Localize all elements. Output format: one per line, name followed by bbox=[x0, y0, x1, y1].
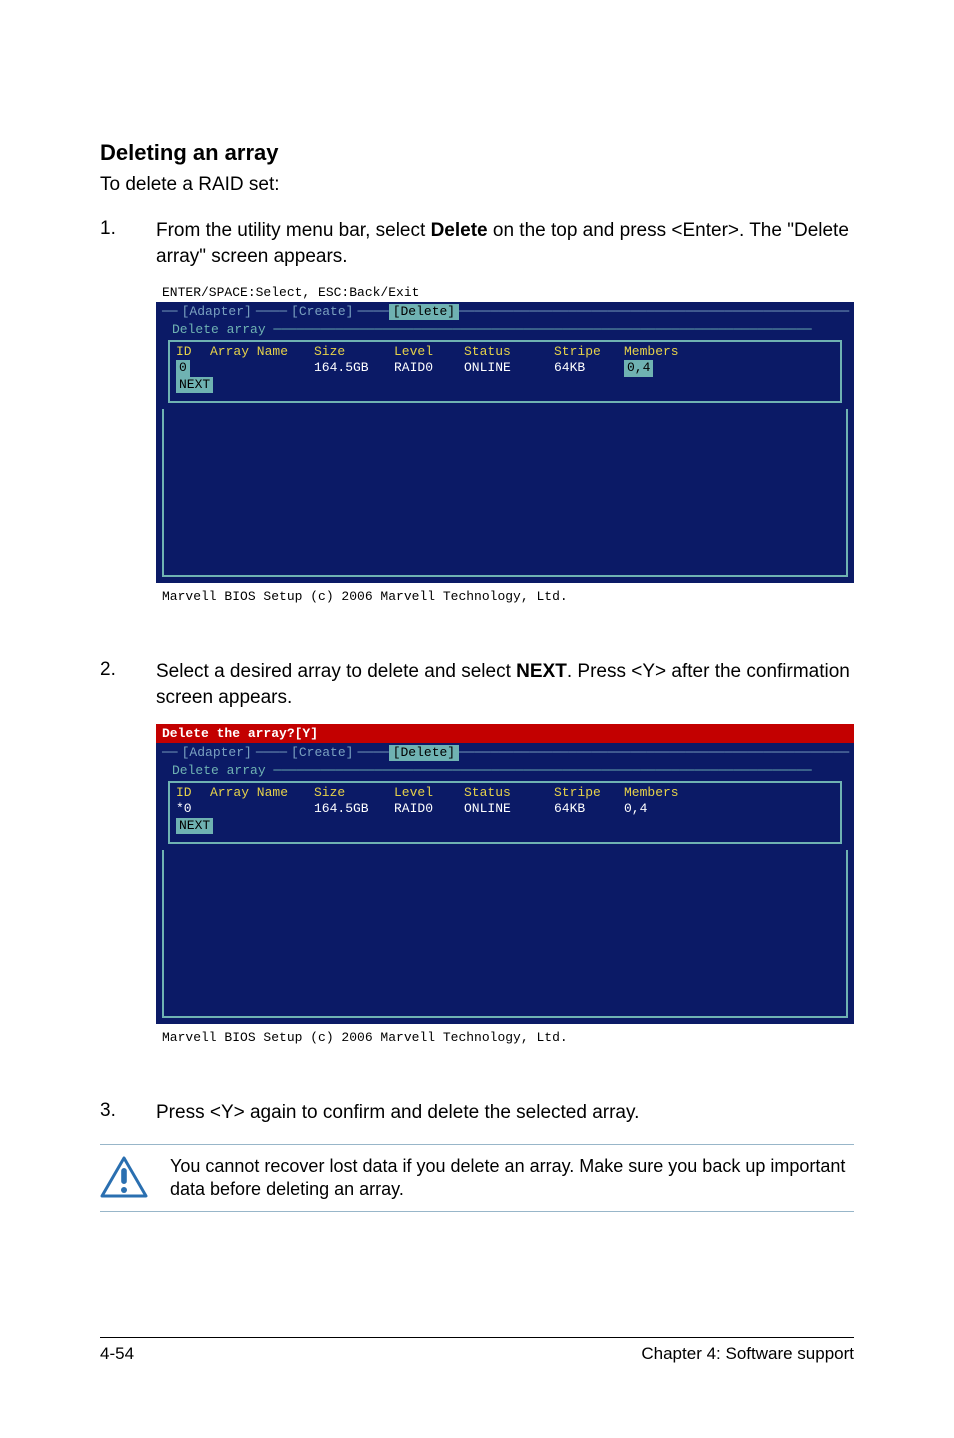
hdr-level: Level bbox=[394, 344, 464, 360]
bios1-footer: Marvell BIOS Setup (c) 2006 Marvell Tech… bbox=[156, 583, 854, 609]
table-header: ID Array Name Size Level Status Stripe M… bbox=[176, 785, 834, 801]
hdr-name: Array Name bbox=[210, 785, 314, 801]
section-title: Deleting an array bbox=[100, 140, 854, 166]
cell-level: RAID0 bbox=[394, 360, 464, 376]
cell-name bbox=[210, 801, 314, 817]
intro-text: To delete a RAID set: bbox=[100, 174, 854, 196]
page-footer: 4-54 Chapter 4: Software support bbox=[100, 1337, 854, 1364]
cell-level: RAID0 bbox=[394, 801, 464, 817]
caution-icon bbox=[100, 1156, 148, 1200]
hdr-name: Array Name bbox=[210, 344, 314, 360]
step-3-text: Press <Y> again to confirm and delete th… bbox=[156, 1100, 854, 1126]
table-header: ID Array Name Size Level Status Stripe M… bbox=[176, 344, 834, 360]
step-2-bold: NEXT bbox=[516, 661, 567, 682]
tab-adapter[interactable]: [Adapter] bbox=[178, 745, 256, 761]
step-1: 1. From the utility menu bar, select Del… bbox=[100, 218, 854, 269]
cell-members: 0,4 bbox=[624, 360, 653, 376]
tab-create[interactable]: [Create] bbox=[287, 304, 357, 320]
cell-stripe: 64KB bbox=[554, 801, 624, 817]
hdr-size: Size bbox=[314, 344, 394, 360]
hdr-status: Status bbox=[464, 785, 554, 801]
page-number: 4-54 bbox=[100, 1344, 134, 1364]
bios2-array-list: ID Array Name Size Level Status Stripe M… bbox=[168, 781, 842, 844]
cell-id: *0 bbox=[176, 801, 210, 817]
cell-id: 0 bbox=[176, 360, 190, 376]
bios1-empty-area bbox=[162, 409, 848, 577]
tab-line: ──── bbox=[256, 745, 287, 761]
step-1-number: 1. bbox=[100, 218, 156, 269]
hdr-stripe: Stripe bbox=[554, 785, 624, 801]
bios-screenshot-1: ENTER/SPACE:Select, ESC:Back/Exit ── [Ad… bbox=[156, 283, 854, 609]
bios1-array-list: ID Array Name Size Level Status Stripe M… bbox=[168, 340, 842, 403]
step-3-number: 3. bbox=[100, 1100, 156, 1126]
tab-delete-selected[interactable]: [Delete] bbox=[389, 745, 459, 761]
bios2-tabs: ── [Adapter] ──── [Create] ──── [Delete]… bbox=[162, 743, 848, 761]
caution-note: You cannot recover lost data if you dele… bbox=[100, 1144, 854, 1213]
cell-size: 164.5GB bbox=[314, 360, 394, 376]
panel-label: Delete array ───────────────────────────… bbox=[162, 322, 848, 338]
tab-line: ────────────────────────────────────────… bbox=[459, 745, 849, 761]
cell-stripe: 64KB bbox=[554, 360, 624, 376]
hdr-members: Members bbox=[624, 344, 704, 360]
tab-adapter[interactable]: [Adapter] bbox=[178, 304, 256, 320]
tab-line: ── bbox=[162, 745, 178, 761]
bios2-prompt-bar: Delete the array?[Y] bbox=[156, 724, 854, 742]
tab-create[interactable]: [Create] bbox=[287, 745, 357, 761]
hdr-id: ID bbox=[176, 344, 210, 360]
bios2-empty-area bbox=[162, 850, 848, 1018]
tab-delete-selected[interactable]: [Delete] bbox=[389, 304, 459, 320]
step-1-bold: Delete bbox=[431, 220, 488, 241]
table-row[interactable]: 0 164.5GB RAID0 ONLINE 64KB 0,4 bbox=[176, 360, 834, 376]
tab-line: ──── bbox=[256, 304, 287, 320]
hdr-id: ID bbox=[176, 785, 210, 801]
panel-label: Delete array ───────────────────────────… bbox=[162, 763, 848, 779]
bios2-body: ── [Adapter] ──── [Create] ──── [Delete]… bbox=[156, 743, 854, 1024]
chapter-label: Chapter 4: Software support bbox=[641, 1344, 854, 1364]
tab-line: ──── bbox=[357, 745, 388, 761]
caution-text: You cannot recover lost data if you dele… bbox=[170, 1155, 854, 1202]
bios1-hint-bar: ENTER/SPACE:Select, ESC:Back/Exit bbox=[156, 283, 854, 301]
step-1-pre: From the utility menu bar, select bbox=[156, 220, 431, 241]
cell-members: 0,4 bbox=[624, 801, 704, 817]
tab-line: ── bbox=[162, 304, 178, 320]
hdr-stripe: Stripe bbox=[554, 344, 624, 360]
hdr-status: Status bbox=[464, 344, 554, 360]
tab-line: ────────────────────────────────────────… bbox=[459, 304, 849, 320]
step-2-pre: Select a desired array to delete and sel… bbox=[156, 661, 516, 682]
bios1-tabs: ── [Adapter] ──── [Create] ──── [Delete]… bbox=[162, 302, 848, 320]
cell-size: 164.5GB bbox=[314, 801, 394, 817]
cell-status: ONLINE bbox=[464, 801, 554, 817]
step-2-text: Select a desired array to delete and sel… bbox=[156, 659, 854, 710]
next-button-selected[interactable]: NEXT bbox=[176, 818, 213, 834]
next-row[interactable]: NEXT bbox=[176, 377, 834, 393]
bios1-body: ── [Adapter] ──── [Create] ──── [Delete]… bbox=[156, 302, 854, 583]
hdr-size: Size bbox=[314, 785, 394, 801]
step-3: 3. Press <Y> again to confirm and delete… bbox=[100, 1100, 854, 1126]
cell-name bbox=[210, 360, 314, 376]
step-2-number: 2. bbox=[100, 659, 156, 710]
bios2-footer: Marvell BIOS Setup (c) 2006 Marvell Tech… bbox=[156, 1024, 854, 1050]
step-2: 2. Select a desired array to delete and … bbox=[100, 659, 854, 710]
hdr-members: Members bbox=[624, 785, 704, 801]
hdr-level: Level bbox=[394, 785, 464, 801]
table-row[interactable]: *0 164.5GB RAID0 ONLINE 64KB 0,4 bbox=[176, 801, 834, 817]
tab-line: ──── bbox=[357, 304, 388, 320]
step-1-text: From the utility menu bar, select Delete… bbox=[156, 218, 854, 269]
bios-screenshot-2: Delete the array?[Y] ── [Adapter] ──── [… bbox=[156, 724, 854, 1050]
next-row[interactable]: NEXT bbox=[176, 818, 834, 834]
next-button[interactable]: NEXT bbox=[176, 377, 213, 393]
cell-status: ONLINE bbox=[464, 360, 554, 376]
